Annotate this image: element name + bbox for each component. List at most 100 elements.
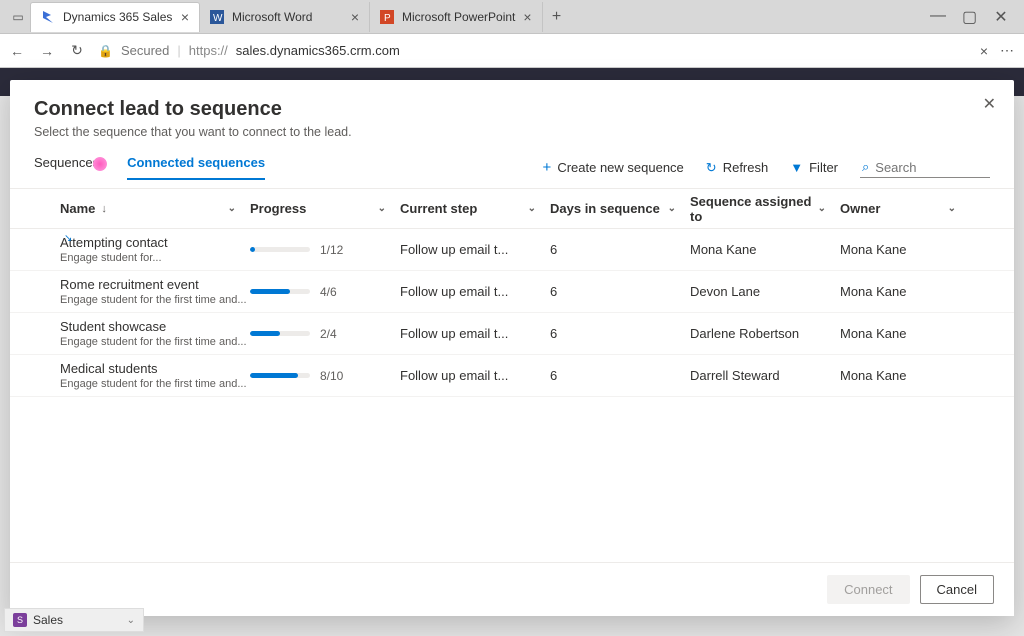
- minimize-icon[interactable]: —: [930, 7, 944, 27]
- close-icon[interactable]: ×: [181, 9, 189, 25]
- table-row[interactable]: ↘Attempting contact Engage student for...…: [10, 229, 1014, 271]
- browser-tab-2[interactable]: W Microsoft Word ×: [200, 2, 370, 32]
- owner: Mona Kane: [840, 284, 970, 299]
- url-prefix: https://: [189, 43, 228, 58]
- browser-tab-3[interactable]: P Microsoft PowerPoint ×: [370, 2, 543, 32]
- col-days-label: Days in sequence: [550, 201, 660, 216]
- table-header: Name↓⌄ Progress⌄ Current step⌄ Days in s…: [10, 189, 1014, 229]
- row-name: Medical students: [60, 361, 250, 376]
- app-badge: S: [13, 613, 27, 627]
- refresh-button[interactable]: ↻: [68, 42, 86, 59]
- assigned-to: Devon Lane: [690, 284, 840, 299]
- col-owner-label: Owner: [840, 201, 880, 216]
- search-field[interactable]: ⌕: [860, 157, 990, 178]
- name-cell: Attempting contact Engage student for...: [60, 235, 250, 264]
- tab-preview-icon[interactable]: ▭: [6, 5, 30, 29]
- forward-button[interactable]: →: [38, 43, 56, 59]
- search-icon: ⌕: [862, 159, 869, 175]
- url-host: sales.dynamics365.crm.com: [236, 43, 400, 58]
- owner: Mona Kane: [840, 326, 970, 341]
- table-row[interactable]: Medical studentsEngage student for the f…: [10, 355, 1014, 397]
- col-owner[interactable]: Owner ⌄: [840, 201, 970, 216]
- refresh-icon: ↻: [706, 160, 717, 176]
- address-bar: ← → ↻ 🔒 Secured | https://sales.dynamics…: [0, 34, 1024, 68]
- filter-button[interactable]: ▼ Filter: [790, 160, 838, 175]
- cancel-button[interactable]: Cancel: [920, 575, 994, 604]
- create-sequence-button[interactable]: + Create new sequence: [543, 159, 684, 176]
- progress-bar: [250, 331, 310, 336]
- maximize-icon[interactable]: ▢: [962, 7, 976, 27]
- refresh-label: Refresh: [723, 160, 769, 175]
- sidebar-app-switcher[interactable]: S Sales ⌄: [4, 608, 144, 632]
- col-progress[interactable]: Progress⌄: [250, 201, 400, 216]
- plus-icon: +: [543, 159, 552, 176]
- connect-button[interactable]: Connect: [827, 575, 909, 604]
- progress-cell: 4/6: [250, 285, 400, 299]
- col-assigned[interactable]: Sequence assigned to⌄: [690, 194, 840, 224]
- row-subtitle: Engage student for the first time and...: [60, 336, 250, 348]
- col-name[interactable]: Name↓⌄: [60, 201, 250, 216]
- close-icon[interactable]: ×: [351, 9, 359, 25]
- word-icon: W: [210, 10, 224, 24]
- chevron-down-icon: ⌄: [818, 203, 840, 214]
- connect-lead-modal: Connect lead to sequence Select the sequ…: [10, 80, 1014, 616]
- name-cell: Rome recruitment eventEngage student for…: [60, 277, 250, 306]
- modal-tabs: Sequences Connected sequences: [34, 155, 265, 180]
- tab-connected-sequences[interactable]: Connected sequences: [127, 155, 265, 180]
- powerpoint-icon: P: [380, 10, 394, 24]
- modal-toolbar: Sequences Connected sequences + Create n…: [10, 145, 1014, 180]
- tab-sequences[interactable]: Sequences: [34, 155, 107, 180]
- search-input[interactable]: [875, 160, 975, 175]
- progress-cell: 2/4: [250, 327, 400, 341]
- row-subtitle: Engage student for...: [60, 252, 250, 264]
- new-tab-button[interactable]: +: [543, 8, 571, 26]
- close-icon[interactable]: ×: [523, 9, 531, 25]
- current-step: Follow up email t...: [400, 242, 550, 257]
- more-icon[interactable]: ⋯: [1000, 42, 1016, 59]
- progress-bar: [250, 247, 310, 252]
- toolbar-actions: + Create new sequence ↻ Refresh ▼ Filter…: [543, 157, 990, 178]
- chevron-down-icon: ⌄: [228, 203, 250, 214]
- chevron-down-icon: ⌄: [378, 203, 400, 214]
- lock-icon: 🔒: [98, 44, 113, 58]
- owner: Mona Kane: [840, 368, 970, 383]
- tab-strip: ▭ Dynamics 365 Sales × W Microsoft Word …: [0, 0, 1024, 34]
- chevron-down-icon: ⌄: [127, 615, 135, 626]
- browser-tab-1[interactable]: Dynamics 365 Sales ×: [30, 2, 200, 32]
- sort-down-icon: ↓: [101, 203, 107, 215]
- days-in-sequence: 6: [550, 368, 690, 383]
- progress-bar: [250, 373, 310, 378]
- svg-text:W: W: [213, 13, 223, 24]
- linked-icon: ↘: [64, 233, 72, 244]
- progress-cell: 8/10: [250, 369, 400, 383]
- cursor-icon: [93, 157, 107, 171]
- back-button[interactable]: ←: [8, 43, 26, 59]
- refresh-button[interactable]: ↻ Refresh: [706, 160, 768, 176]
- modal-footer: Connect Cancel: [10, 562, 1014, 616]
- chevron-down-icon: ⌄: [948, 203, 970, 214]
- row-name: Attempting contact: [60, 235, 250, 250]
- progress-bar: [250, 289, 310, 294]
- svg-text:P: P: [384, 13, 391, 24]
- name-cell: Medical studentsEngage student for the f…: [60, 361, 250, 390]
- close-window-icon[interactable]: ✕: [994, 7, 1008, 27]
- filter-icon: ▼: [790, 160, 803, 175]
- url-display[interactable]: 🔒 Secured | https://sales.dynamics365.cr…: [98, 43, 968, 58]
- tab-label: Dynamics 365 Sales: [63, 10, 172, 24]
- table-row[interactable]: Student showcaseEngage student for the f…: [10, 313, 1014, 355]
- col-days[interactable]: Days in sequence⌄: [550, 201, 690, 216]
- current-step: Follow up email t...: [400, 368, 550, 383]
- assigned-to: Mona Kane: [690, 242, 840, 257]
- close-icon[interactable]: ✕: [983, 94, 996, 114]
- clear-url-icon[interactable]: ×: [980, 43, 988, 59]
- chevron-down-icon: ⌄: [528, 203, 550, 214]
- row-subtitle: Engage student for the first time and...: [60, 294, 250, 306]
- modal-header: Connect lead to sequence Select the sequ…: [10, 80, 1014, 145]
- col-current-step[interactable]: Current step⌄: [400, 201, 550, 216]
- assigned-to: Darlene Robertson: [690, 326, 840, 341]
- tab-label: Microsoft PowerPoint: [402, 10, 515, 24]
- current-step: Follow up email t...: [400, 284, 550, 299]
- days-in-sequence: 6: [550, 242, 690, 257]
- table-row[interactable]: Rome recruitment eventEngage student for…: [10, 271, 1014, 313]
- progress-label: 4/6: [320, 285, 337, 299]
